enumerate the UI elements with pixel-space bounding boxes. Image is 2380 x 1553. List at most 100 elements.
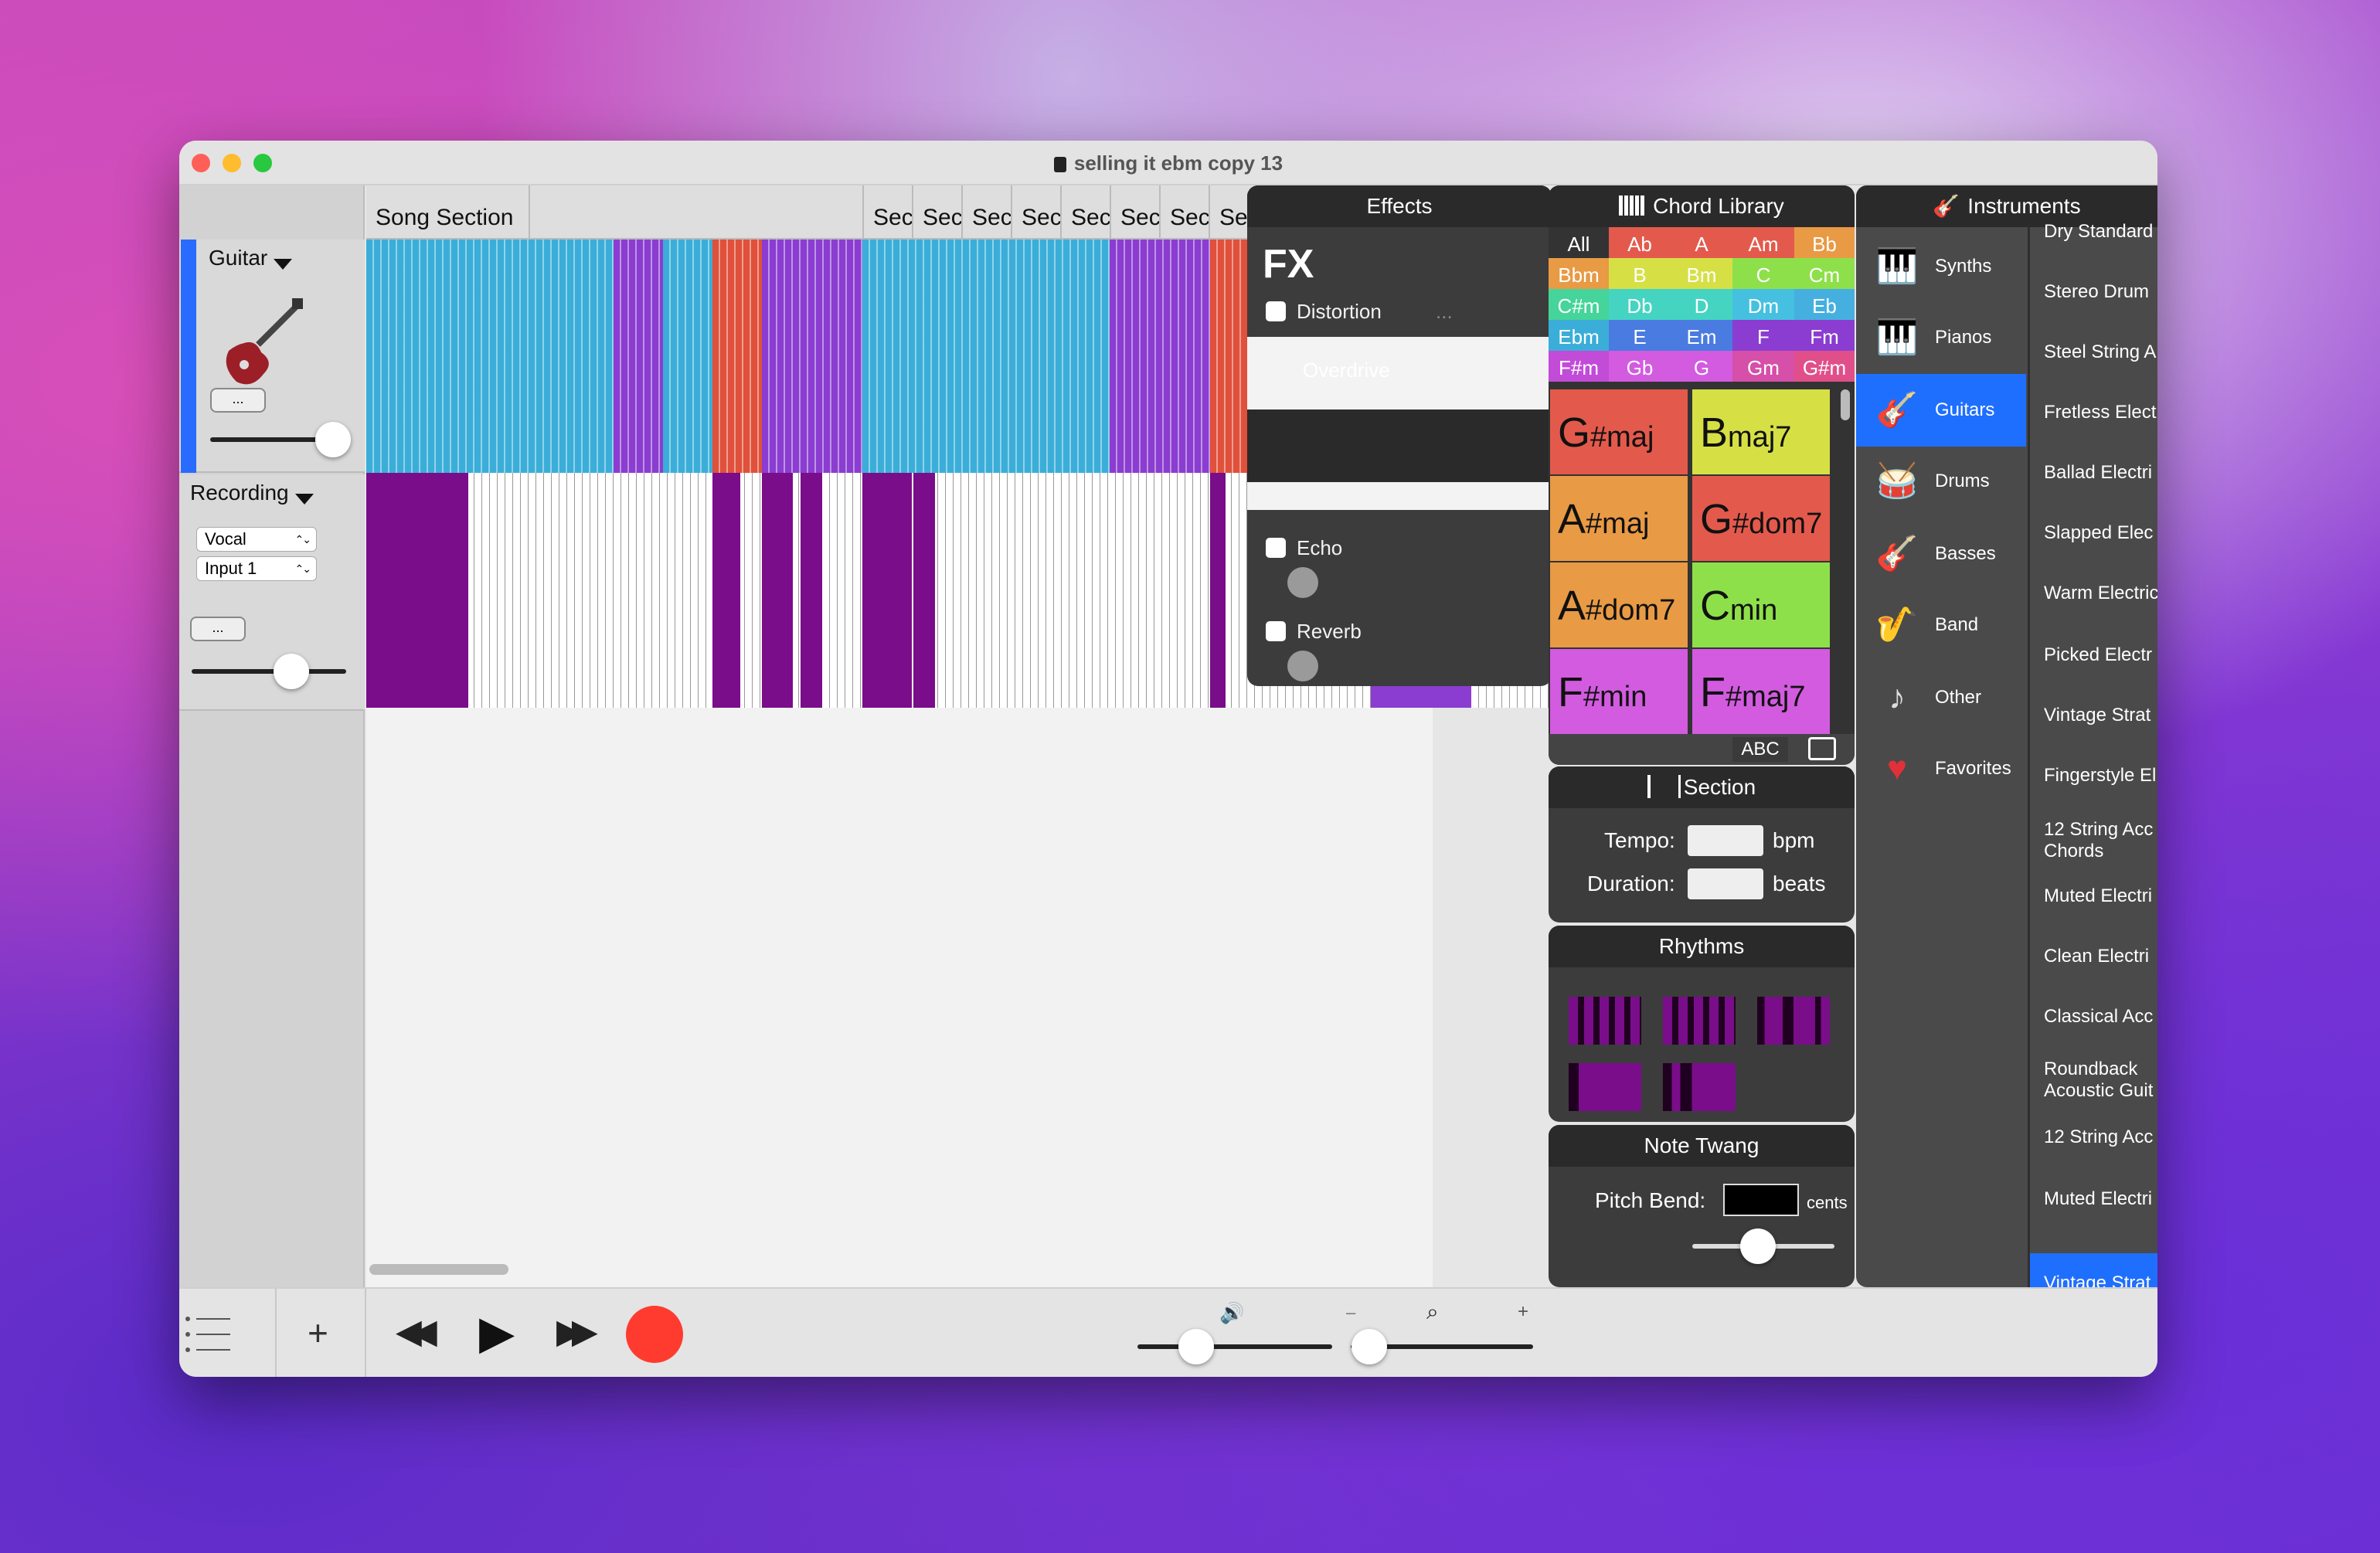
key-filter[interactable]: F#m bbox=[1549, 351, 1609, 382]
chord-card[interactable]: F#maj7 bbox=[1692, 649, 1830, 734]
chord-card[interactable]: G#dom7 bbox=[1692, 476, 1830, 561]
track-volume-knob[interactable] bbox=[315, 422, 351, 457]
instrument-item[interactable]: Ballad Electri bbox=[2030, 462, 2157, 484]
track-recording[interactable]: Recording Vocal Input 1 ... bbox=[179, 474, 365, 711]
reverb-knob[interactable] bbox=[1287, 651, 1318, 681]
key-filter[interactable]: Gb bbox=[1609, 351, 1671, 382]
instrument-item[interactable]: Muted Electri bbox=[2030, 1188, 2157, 1210]
chord-block[interactable] bbox=[614, 240, 663, 473]
key-filter[interactable]: Ebm bbox=[1549, 320, 1609, 351]
chord-card[interactable]: Cmin bbox=[1692, 562, 1830, 647]
pitch-bend-knob[interactable] bbox=[1740, 1228, 1776, 1264]
chord-scrollbar[interactable] bbox=[1841, 389, 1850, 420]
pitch-bend-input[interactable] bbox=[1723, 1184, 1799, 1216]
key-filter[interactable]: Ab bbox=[1609, 227, 1671, 258]
instrument-item[interactable]: Fretless Elect bbox=[2030, 402, 2157, 423]
category-band[interactable]: 🎷 Band bbox=[1856, 589, 2026, 661]
instrument-item[interactable]: Picked Electr bbox=[2030, 644, 2157, 666]
rhythm-preset[interactable] bbox=[1569, 1063, 1641, 1111]
play-button[interactable]: ▶ bbox=[479, 1306, 515, 1360]
song-section-header[interactable]: Sec bbox=[864, 185, 913, 240]
song-section-header[interactable]: Sec bbox=[963, 185, 1012, 240]
chord-block[interactable] bbox=[1110, 240, 1210, 473]
chord-card[interactable]: A#maj bbox=[1550, 476, 1688, 561]
track-more-button[interactable]: ... bbox=[210, 388, 266, 413]
chord-card[interactable]: F#min bbox=[1550, 649, 1688, 734]
rhythm-block[interactable] bbox=[762, 473, 793, 708]
rhythm-block[interactable] bbox=[1210, 473, 1226, 708]
instrument-item[interactable]: Classical Acc bbox=[2030, 1006, 2157, 1028]
instrument-item[interactable]: Dry Standard bbox=[2030, 221, 2157, 243]
list-icon[interactable] bbox=[185, 1317, 232, 1352]
instrument-item[interactable]: Fingerstyle El bbox=[2030, 765, 2157, 787]
key-filter[interactable]: Fm bbox=[1794, 320, 1855, 351]
rewind-button[interactable]: ◀◀ bbox=[396, 1312, 437, 1351]
master-volume-slider[interactable] bbox=[1137, 1344, 1332, 1349]
guitar-lane[interactable] bbox=[366, 240, 1247, 473]
chord-card[interactable]: A#dom7 bbox=[1550, 562, 1688, 647]
rhythm-block[interactable] bbox=[366, 473, 468, 708]
zoom-knob[interactable] bbox=[1351, 1329, 1387, 1364]
song-section-header[interactable]: Song Section bbox=[366, 185, 530, 240]
key-filter[interactable]: C#m bbox=[1549, 289, 1609, 320]
track-name-dropdown[interactable]: Guitar bbox=[209, 246, 293, 270]
category-basses[interactable]: 🎸 Basses bbox=[1856, 518, 2026, 590]
key-filter[interactable]: F bbox=[1732, 320, 1794, 351]
category-guitars[interactable]: 🎸 Guitars bbox=[1856, 374, 2026, 447]
category-favorites[interactable]: ♥ Favorites bbox=[1856, 732, 2026, 805]
add-track-button[interactable]: + bbox=[308, 1312, 328, 1354]
key-filter[interactable]: Db bbox=[1609, 289, 1671, 320]
tempo-input[interactable] bbox=[1688, 825, 1763, 856]
key-filter[interactable]: Am bbox=[1732, 227, 1794, 258]
rhythm-block[interactable] bbox=[712, 473, 740, 708]
key-filter[interactable]: C bbox=[1732, 258, 1794, 289]
key-filter[interactable]: Dm bbox=[1732, 289, 1794, 320]
key-filter[interactable]: A bbox=[1671, 227, 1732, 258]
abc-toggle-button[interactable]: ABC bbox=[1732, 737, 1788, 762]
song-section-header[interactable]: Sec bbox=[1161, 185, 1210, 240]
key-filter[interactable]: All bbox=[1549, 227, 1609, 258]
song-section-header[interactable] bbox=[530, 185, 864, 240]
chord-block[interactable] bbox=[366, 240, 614, 473]
key-filter[interactable]: G#m bbox=[1794, 351, 1855, 382]
category-drums[interactable]: 🥁 Drums bbox=[1856, 445, 2026, 518]
reverb-checkbox[interactable] bbox=[1266, 621, 1286, 641]
chord-block[interactable] bbox=[712, 240, 762, 473]
zoom-in-icon[interactable]: + bbox=[1518, 1301, 1528, 1323]
track-guitar[interactable]: Guitar ... bbox=[179, 240, 365, 473]
category-synths[interactable]: 🎹 Synths bbox=[1856, 230, 2026, 303]
zoom-out-icon[interactable]: – bbox=[1346, 1303, 1355, 1323]
recording-input-select[interactable]: Input 1 bbox=[196, 556, 317, 581]
recording-type-select[interactable]: Vocal bbox=[196, 527, 317, 552]
instrument-item[interactable]: Roundback Acoustic Guit bbox=[2030, 1059, 2154, 1102]
key-filter[interactable]: Bm bbox=[1671, 258, 1732, 289]
key-filter[interactable]: Cm bbox=[1794, 258, 1855, 289]
category-pianos[interactable]: 🎹 Pianos bbox=[1856, 301, 2026, 374]
instrument-item[interactable]: Warm Electric bbox=[2030, 583, 2157, 604]
song-section-header[interactable]: Sec bbox=[1012, 185, 1062, 240]
song-section-header[interactable]: Sec bbox=[1111, 185, 1161, 240]
key-filter[interactable]: G bbox=[1671, 351, 1732, 382]
track-volume-slider[interactable] bbox=[192, 669, 346, 674]
echo-knob[interactable] bbox=[1287, 567, 1318, 598]
instrument-item[interactable]: Stereo Drum bbox=[2030, 281, 2157, 303]
song-section-header[interactable]: Sec bbox=[913, 185, 963, 240]
rhythm-block[interactable] bbox=[801, 473, 822, 708]
chord-block[interactable] bbox=[663, 240, 712, 473]
rhythm-block[interactable] bbox=[862, 473, 912, 708]
rhythm-preset[interactable] bbox=[1569, 997, 1641, 1045]
duration-input[interactable] bbox=[1688, 868, 1763, 899]
overdrive-row[interactable]: Overdrive bbox=[1247, 337, 1552, 409]
rhythm-preset[interactable] bbox=[1663, 997, 1736, 1045]
rhythm-preset[interactable] bbox=[1757, 997, 1830, 1045]
key-filter[interactable]: Bbm bbox=[1549, 258, 1609, 289]
chord-block[interactable] bbox=[862, 240, 1110, 473]
chord-block[interactable] bbox=[762, 240, 862, 473]
instrument-item[interactable]: Clean Electri bbox=[2030, 946, 2157, 967]
key-filter[interactable]: E bbox=[1609, 320, 1671, 351]
loop-icon[interactable] bbox=[1808, 737, 1836, 760]
record-button[interactable] bbox=[626, 1306, 683, 1363]
instrument-item[interactable]: Slapped Elec bbox=[2030, 522, 2157, 544]
chord-card[interactable]: G#maj bbox=[1550, 389, 1688, 474]
track-name-dropdown[interactable]: Recording bbox=[190, 481, 314, 505]
